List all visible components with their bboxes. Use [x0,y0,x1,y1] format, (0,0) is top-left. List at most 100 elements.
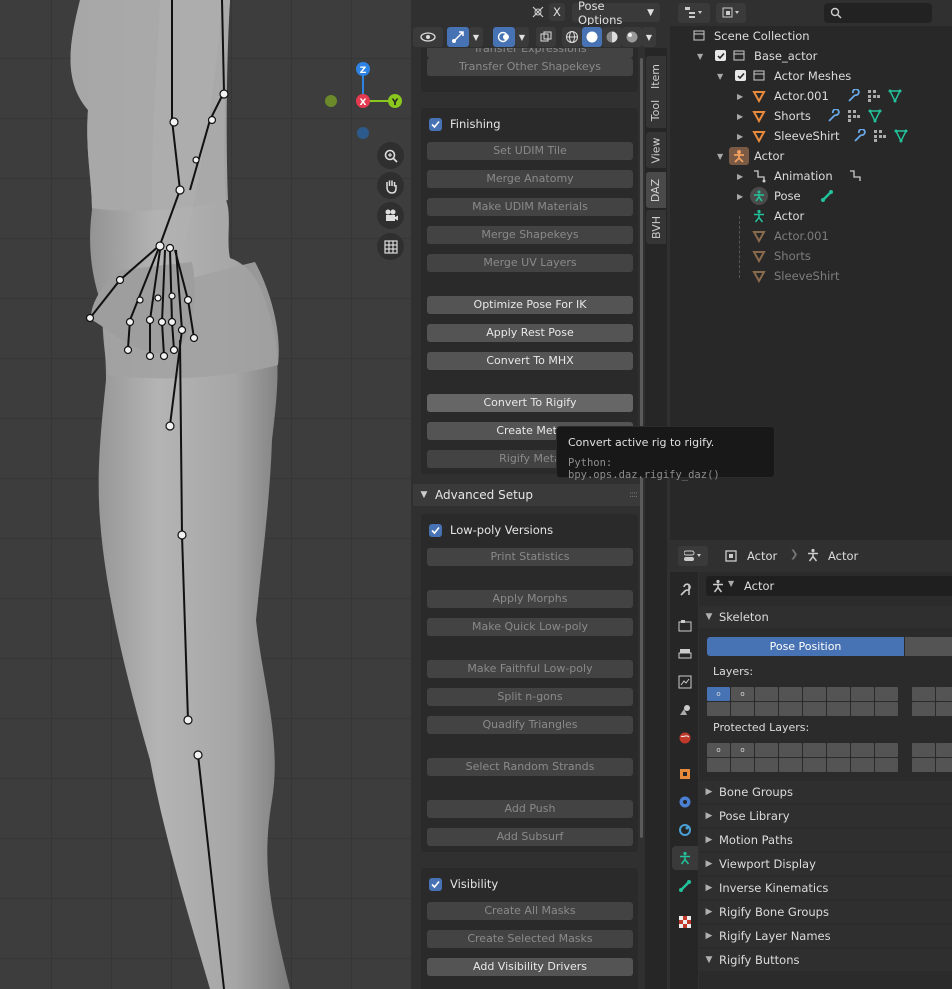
outliner-row-animation[interactable]: ▶ Animation [670,166,952,186]
outliner-row-shorts-child[interactable]: Shorts [670,246,952,266]
outliner-row-base-actor[interactable]: ▼ Base_actor [670,46,952,66]
tab-item[interactable]: Item [646,56,666,96]
rigify-buttons-panel[interactable]: ▼ Rigify Buttons [699,949,952,971]
set-udim-tile-button[interactable]: Set UDIM Tile [427,142,633,160]
inverse-kinematics-panel[interactable]: ▶ Inverse Kinematics [699,877,952,899]
visibility-eye-icon[interactable] [413,27,443,47]
vertex-groups-icon[interactable] [867,89,881,106]
layers-grid-2[interactable] [912,687,952,716]
print-statistics-button[interactable]: Print Statistics [427,548,633,566]
gizmo-toggle-icon[interactable] [447,27,469,47]
visibility-checkbox-row[interactable]: Visibility [429,876,498,892]
pose-options-dropdown[interactable]: Pose Options ▼ [572,0,660,27]
modifiers-tab-icon[interactable] [672,790,698,814]
scene-tab-icon[interactable] [672,698,698,722]
drag-handle-icon[interactable]: :::: [629,490,638,500]
finishing-checkbox-row[interactable]: Finishing [429,116,501,132]
outliner-row-actor-armature[interactable]: ▼ Actor [670,146,952,166]
skeleton-panel-header[interactable]: ▼ Skeleton [699,606,952,628]
action-icon[interactable] [848,169,862,186]
select-random-strands-button[interactable]: Select Random Strands [427,758,633,776]
shading-dropdown[interactable]: ▼ [642,27,656,47]
mesh-data-icon[interactable] [894,129,908,146]
filter-icon[interactable] [716,3,746,23]
outliner-row-shorts[interactable]: ▶ Shorts [670,106,952,126]
rigify-bone-groups-panel[interactable]: ▶ Rigify Bone Groups [699,901,952,923]
outliner-row-sleeveshirt[interactable]: ▶ SleeveShirt [670,126,952,146]
tool-tab-icon[interactable] [672,578,698,602]
lowpoly-checkbox-row[interactable]: Low-poly Versions [429,522,553,538]
solid-shading-icon[interactable] [582,27,602,47]
armature-name-field[interactable]: ▼ Actor [706,576,952,596]
wrench-icon[interactable] [852,128,866,146]
mesh-data-icon[interactable] [888,89,902,106]
motion-paths-panel[interactable]: ▶ Motion Paths [699,829,952,851]
zoom-icon[interactable] [377,142,404,169]
outliner-row-actor001-child[interactable]: Actor.001 [670,226,952,246]
rigify-layer-names-panel[interactable]: ▶ Rigify Layer Names [699,925,952,947]
pose-library-panel[interactable]: ▶ Pose Library [699,805,952,827]
checkbox-checked-icon[interactable] [429,523,442,537]
display-mode-icon[interactable] [678,3,710,23]
quadify-triangles-button[interactable]: Quadify Triangles [427,716,633,734]
armature-data-tab-icon[interactable] [672,846,698,870]
overlay-toggle-icon[interactable] [493,27,515,47]
merge-uv-layers-button[interactable]: Merge UV Layers [427,254,633,272]
checkbox-checked-icon[interactable] [715,50,726,61]
checkbox-checked-icon[interactable] [735,70,746,81]
bone-groups-panel[interactable]: ▶ Bone Groups [699,781,952,803]
pan-hand-icon[interactable] [377,172,404,199]
convert-to-rigify-button[interactable]: Convert To Rigify [427,394,633,412]
xray-icon[interactable] [536,27,556,47]
rendered-shading-icon[interactable] [622,27,642,47]
tab-tool[interactable]: Tool [646,92,666,128]
world-tab-icon[interactable] [672,726,698,750]
checkbox-checked-icon[interactable] [429,117,442,131]
checkbox-checked-icon[interactable] [429,877,442,891]
apply-morphs-button[interactable]: Apply Morphs [427,590,633,608]
make-faithful-lowpoly-button[interactable]: Make Faithful Low-poly [427,660,633,678]
transfer-expressions-button[interactable]: Transfer Expressions [427,48,633,58]
outliner-row-actor001[interactable]: ▶ Actor.001 [670,86,952,106]
wrench-icon[interactable] [826,108,840,126]
tab-bvh[interactable]: BVH [646,210,666,244]
merge-anatomy-button[interactable]: Merge Anatomy [427,170,633,188]
optimize-pose-for-ik-button[interactable]: Optimize Pose For IK [427,296,633,314]
tab-daz[interactable]: DAZ [646,172,666,208]
material-shading-icon[interactable] [602,27,622,47]
create-all-masks-button[interactable]: Create All Masks [427,902,633,920]
add-visibility-drivers-button[interactable]: Add Visibility Drivers [427,958,633,976]
object-tab-icon[interactable] [672,762,698,786]
transfer-other-shapekeys-button[interactable]: Transfer Other Shapekeys [427,58,633,76]
split-ngons-button[interactable]: Split n-gons [427,688,633,706]
material-tab-icon[interactable] [672,910,698,934]
gizmo-dropdown[interactable]: ▼ [469,27,483,47]
add-subsurf-button[interactable]: Add Subsurf [427,828,633,846]
mesh-data-icon[interactable] [868,109,882,126]
outliner-row-actor-data[interactable]: Actor [670,206,952,226]
render-tab-icon[interactable] [672,614,698,638]
overlay-dropdown[interactable]: ▼ [515,27,529,47]
create-selected-masks-button[interactable]: Create Selected Masks [427,930,633,948]
grid-view-icon[interactable] [377,233,404,260]
3d-viewport[interactable]: Z Y X [0,0,411,989]
bone-icon[interactable] [820,189,834,206]
tab-view[interactable]: View [646,132,666,168]
make-quick-lowpoly-button[interactable]: Make Quick Low-poly [427,618,633,636]
vertex-groups-icon[interactable] [847,109,861,126]
camera-icon[interactable] [377,202,404,229]
vertex-groups-icon[interactable] [873,129,887,146]
output-tab-icon[interactable] [672,642,698,666]
rest-position-button[interactable] [905,637,952,656]
add-push-button[interactable]: Add Push [427,800,633,818]
outliner-row-scene-collection[interactable]: Scene Collection [670,26,952,46]
x-mirror-toggle[interactable]: X [549,3,565,21]
pose-position-button[interactable]: Pose Position [707,637,904,656]
viewport-display-panel[interactable]: ▶ Viewport Display [699,853,952,875]
advanced-setup-header[interactable]: ▼ Advanced Setup :::: [413,484,643,506]
apply-rest-pose-button[interactable]: Apply Rest Pose [427,324,633,342]
snap-icon[interactable] [530,4,546,20]
bone-tab-icon[interactable] [672,874,698,898]
navigation-gizmo[interactable]: Z Y X [318,58,408,148]
make-udim-materials-button[interactable]: Make UDIM Materials [427,198,633,216]
